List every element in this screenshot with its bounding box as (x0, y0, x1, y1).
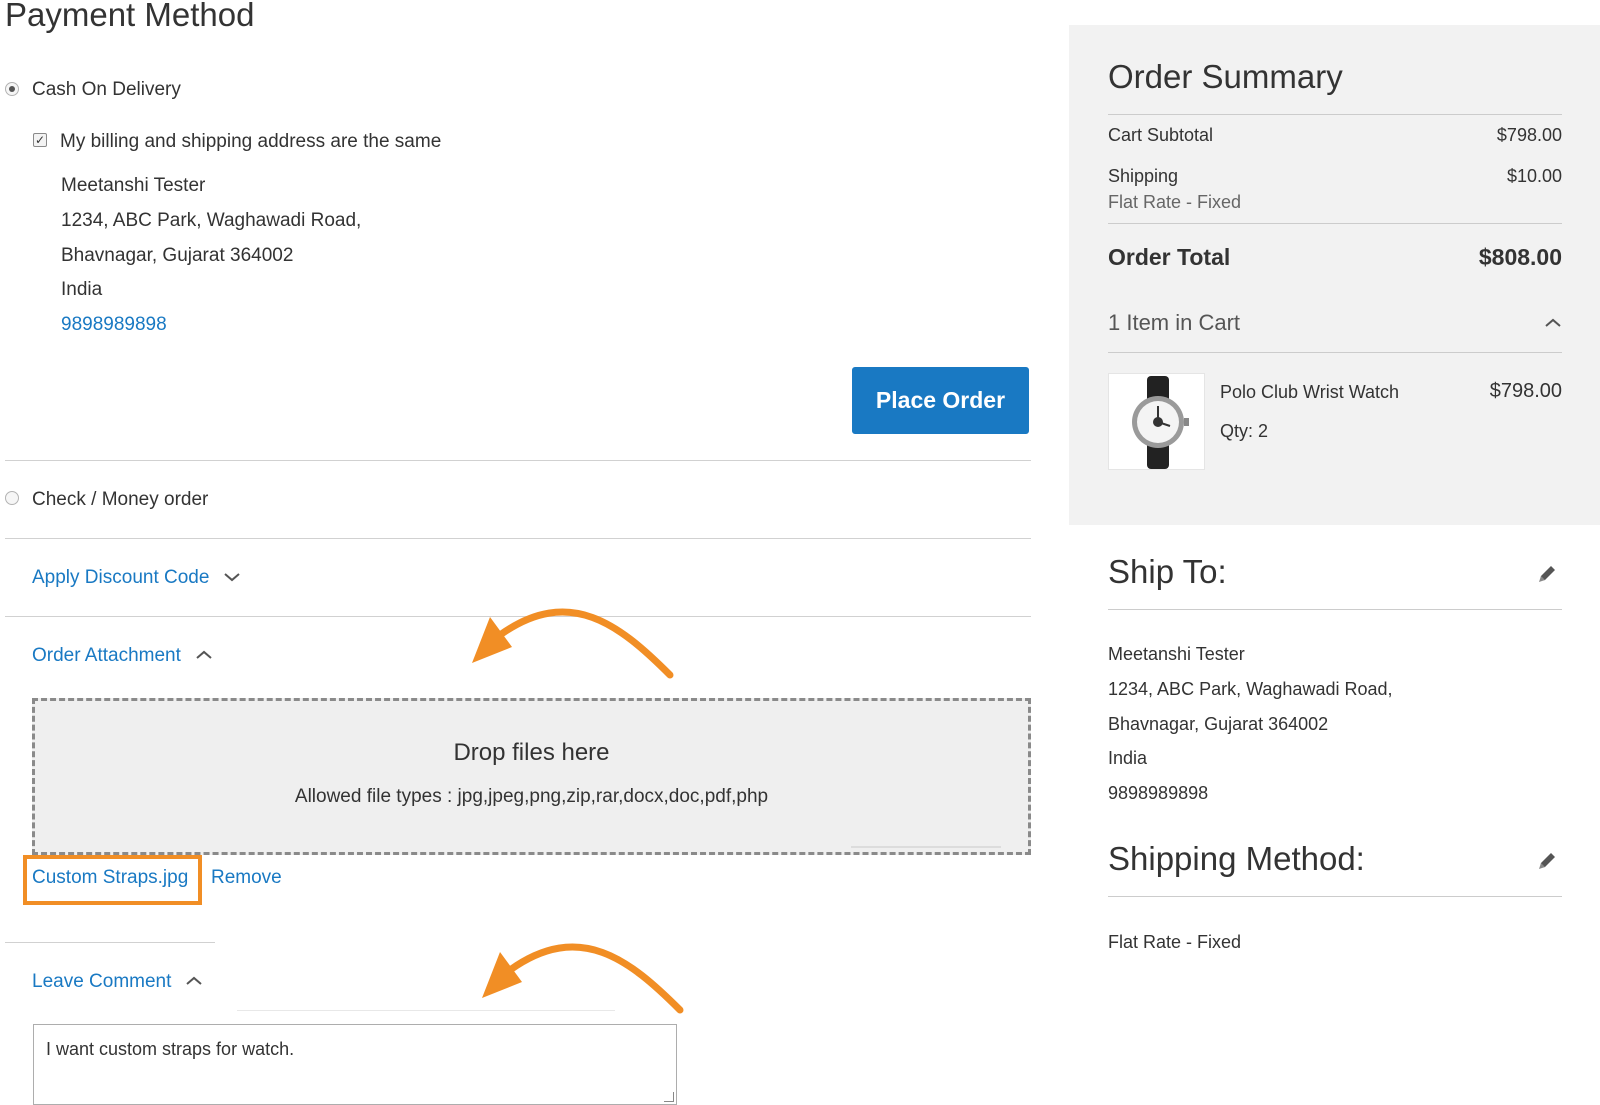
subtotal-label: Cart Subtotal (1108, 125, 1214, 145)
order-attachment-toggle[interactable]: Order Attachment (32, 645, 213, 667)
check-money-order-radio[interactable] (5, 491, 19, 505)
order-summary-title: Order Summary (1108, 58, 1343, 95)
items-in-cart-toggle[interactable]: 1 Item in Cart (1108, 310, 1562, 346)
subtotal-value: $798.00 (1496, 125, 1562, 145)
ship-to-name: Meetanshi Tester (1108, 644, 1245, 664)
ship-to-country: India (1108, 748, 1148, 768)
ship-to-street: 1234, ABC Park, Waghawadi Road, (1108, 679, 1393, 699)
leave-comment-toggle[interactable]: Leave Comment (32, 971, 203, 993)
file-dropzone[interactable]: Drop files here Allowed file types : jpg… (32, 698, 1031, 855)
watch-icon (1132, 376, 1189, 469)
billing-country: India (61, 279, 103, 300)
attached-file-link[interactable]: Custom Straps.jpg (32, 867, 188, 889)
cart-item-name: Polo Club Wrist Watch (1220, 382, 1400, 402)
leave-comment-label: Leave Comment (32, 971, 172, 992)
divider (1108, 352, 1562, 353)
ship-to-city: Bhavnagar, Gujarat 364002 (1108, 714, 1329, 734)
comment-text: I want custom straps for watch. (46, 1039, 295, 1059)
annotation-arrow-icon (472, 608, 674, 679)
place-order-button[interactable]: Place Order (852, 367, 1029, 434)
chevron-down-icon (223, 571, 241, 586)
edit-shipping-method-icon[interactable] (1536, 850, 1558, 872)
same-address-label[interactable]: My billing and shipping address are the … (60, 131, 441, 153)
order-attachment-label: Order Attachment (32, 645, 181, 666)
chevron-up-icon (185, 975, 203, 990)
product-thumbnail (1108, 373, 1205, 470)
items-in-cart-label: 1 Item in Cart (1108, 310, 1241, 335)
remove-file-link[interactable]: Remove (211, 867, 282, 889)
billing-street: 1234, ABC Park, Waghawadi Road, (61, 210, 362, 231)
divider (1108, 114, 1562, 115)
billing-city: Bhavnagar, Gujarat 364002 (61, 245, 294, 266)
comment-textarea[interactable]: I want custom straps for watch. (33, 1024, 677, 1105)
edit-ship-to-icon[interactable] (1536, 563, 1558, 585)
divider (1108, 223, 1562, 224)
divider (1108, 609, 1562, 610)
chevron-up-icon (195, 649, 213, 664)
divider (5, 460, 1031, 461)
shipping-method-note: Flat Rate - Fixed (1108, 192, 1242, 212)
dropzone-title: Drop files here (453, 739, 610, 766)
ship-to-title: Ship To: (1108, 553, 1227, 590)
ship-to-phone-link[interactable]: 9898989898 (1108, 783, 1208, 804)
check-money-order-label[interactable]: Check / Money order (32, 489, 208, 511)
billing-phone-link[interactable]: 9898989898 (61, 314, 167, 336)
shipping-value: $10.00 (1506, 166, 1562, 186)
upload-progress-track (851, 846, 1001, 848)
chevron-up-icon (1544, 316, 1562, 334)
apply-discount-label: Apply Discount Code (32, 567, 210, 588)
shipping-method-title: Shipping Method: (1108, 840, 1365, 877)
cash-on-delivery-label[interactable]: Cash On Delivery (32, 79, 181, 101)
order-total-label: Order Total (1108, 244, 1231, 270)
divider (5, 538, 1031, 539)
divider (237, 1010, 615, 1011)
divider (5, 942, 215, 943)
cart-item-price: $798.00 (1489, 380, 1562, 402)
shipping-label: Shipping (1108, 166, 1179, 186)
order-total-value: $808.00 (1478, 244, 1562, 270)
resize-handle-icon[interactable] (664, 1092, 674, 1102)
cash-on-delivery-radio[interactable] (5, 82, 19, 96)
page-title: Payment Method (5, 0, 255, 33)
same-address-checkbox[interactable]: ✓ (33, 133, 47, 147)
billing-name: Meetanshi Tester (61, 175, 206, 196)
apply-discount-toggle[interactable]: Apply Discount Code (32, 567, 241, 589)
annotation-arrow-icon (482, 943, 684, 1014)
divider (5, 616, 1031, 617)
allowed-file-types: Allowed file types : jpg,jpeg,png,zip,ra… (294, 786, 769, 807)
cart-item-qty: Qty: 2 (1220, 421, 1269, 441)
shipping-method-value: Flat Rate - Fixed (1108, 932, 1242, 952)
divider (1108, 896, 1562, 897)
